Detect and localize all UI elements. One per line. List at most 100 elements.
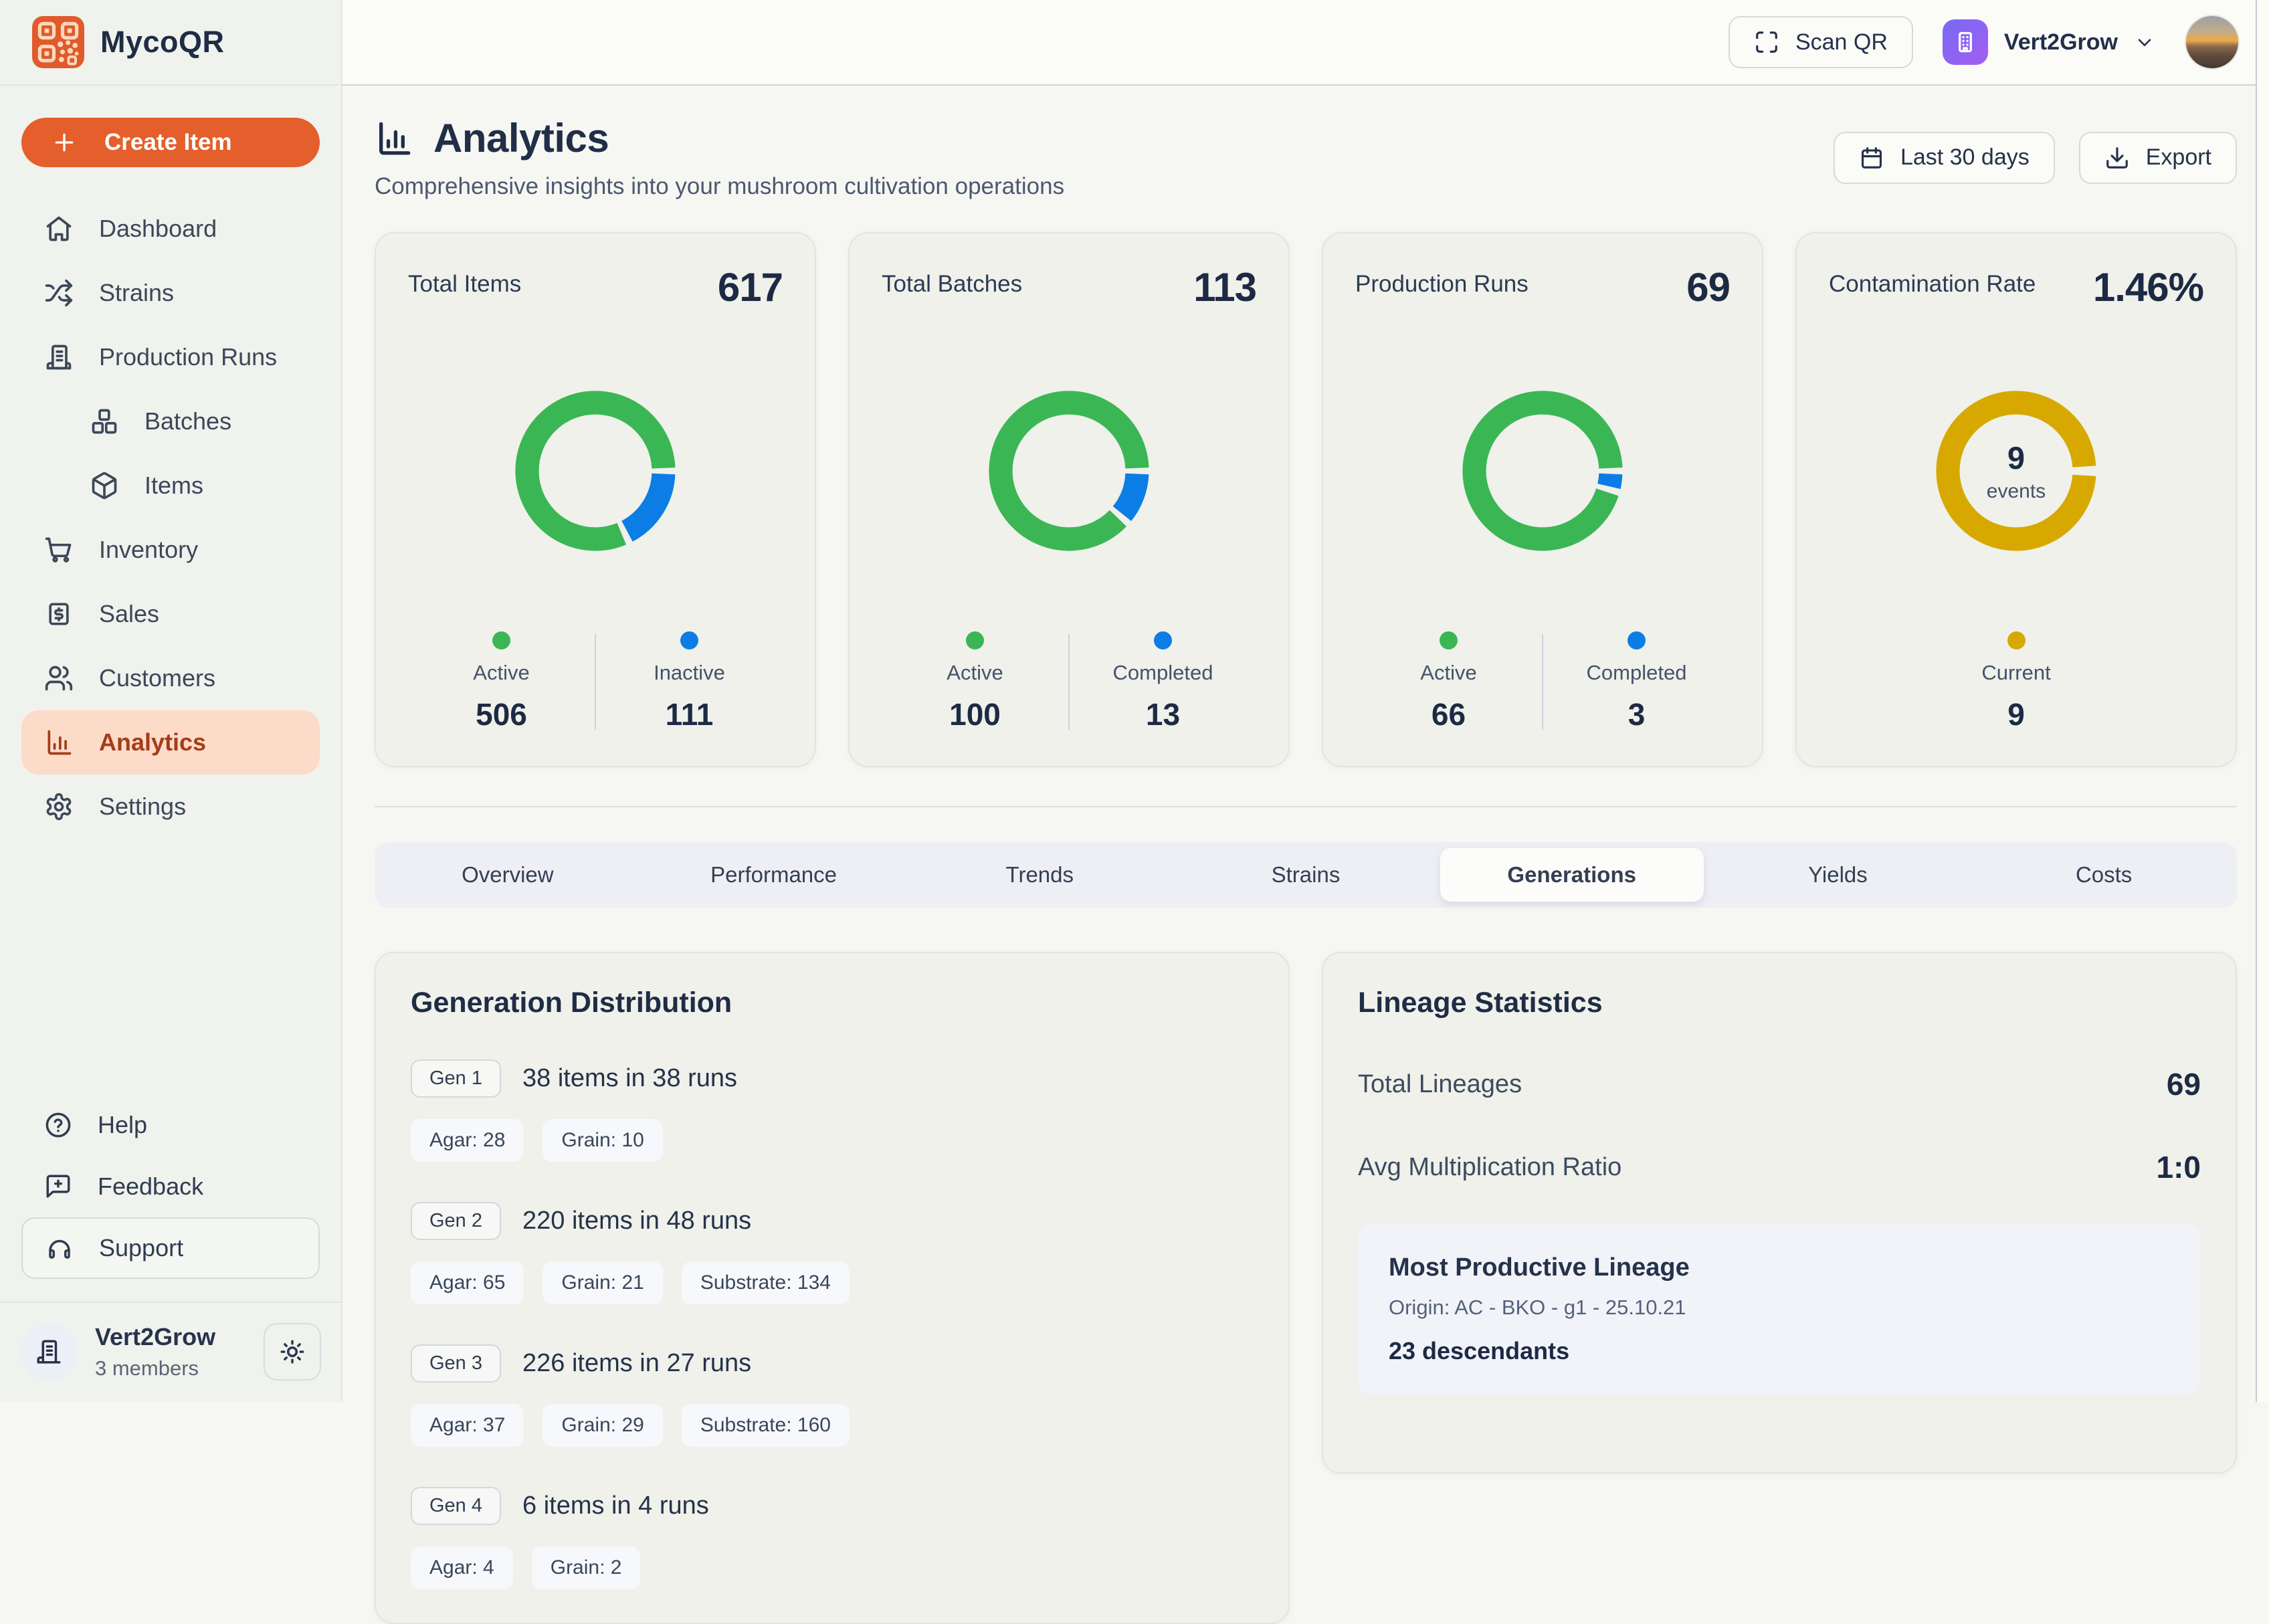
building-icon xyxy=(35,1338,63,1366)
stat-card-title: Contamination Rate xyxy=(1829,264,2036,298)
export-button[interactable]: Export xyxy=(2079,132,2237,184)
legend-value: 66 xyxy=(1432,696,1466,732)
stat-cards-row: Total Items 617 Active 506 xyxy=(375,232,2237,767)
tab-strains[interactable]: Strains xyxy=(1173,842,1439,908)
page-subtitle: Comprehensive insights into your mushroo… xyxy=(375,173,1064,200)
users-icon xyxy=(44,664,74,693)
scan-qr-label: Scan QR xyxy=(1795,29,1888,56)
gen-chip: Substrate: 160 xyxy=(682,1404,850,1447)
sidebar-item-support[interactable]: Support xyxy=(21,1217,320,1279)
sun-icon xyxy=(278,1338,306,1366)
mycoqr-logo-icon xyxy=(32,16,84,68)
sidebar-item-label: Customers xyxy=(99,664,215,692)
stat-card-total-batches: Total Batches 113 Active 100 xyxy=(848,232,1290,767)
scan-qr-button[interactable]: Scan QR xyxy=(1729,16,1913,68)
create-item-button[interactable]: Create Item xyxy=(21,118,320,167)
generation-distribution-panel: Generation Distribution Gen 1 38 items i… xyxy=(375,952,1290,1624)
legend-dot-active xyxy=(966,631,984,649)
gen-chip: Agar: 65 xyxy=(411,1261,524,1304)
donut-chart-contamination: 9 events xyxy=(1925,380,2107,562)
create-item-label: Create Item xyxy=(104,129,232,156)
org-row[interactable]: Vert2Grow 3 members xyxy=(0,1302,341,1402)
user-avatar[interactable] xyxy=(2185,15,2240,70)
donut-chart-total-items xyxy=(504,380,686,562)
legend-label: Completed xyxy=(1113,661,1213,685)
export-label: Export xyxy=(2146,144,2211,171)
sidebar-item-batches[interactable]: Batches xyxy=(21,389,320,453)
sidebar-item-inventory[interactable]: Inventory xyxy=(21,518,320,582)
legend-dot-completed xyxy=(1154,631,1172,649)
legend-value: 9 xyxy=(2007,696,2025,732)
tab-trends[interactable]: Trends xyxy=(906,842,1173,908)
org-switcher-label: Vert2Grow xyxy=(2004,29,2118,56)
org-switcher[interactable]: Vert2Grow xyxy=(1943,19,2155,65)
theme-toggle-button[interactable] xyxy=(264,1323,321,1381)
stat-card-value: 69 xyxy=(1686,264,1730,310)
help-icon xyxy=(44,1111,72,1139)
gen-chip: Agar: 4 xyxy=(411,1546,513,1589)
donut-legend: Active 100 Completed 13 xyxy=(882,631,1256,735)
section-divider xyxy=(375,806,2237,807)
lineage-stat-ratio: Avg Multiplication Ratio 1:0 xyxy=(1358,1149,2201,1185)
legend-value: 3 xyxy=(1628,696,1646,732)
home-icon xyxy=(44,214,74,243)
sidebar-item-label: Feedback xyxy=(98,1173,203,1201)
package-icon xyxy=(90,471,119,500)
sidebar-item-dashboard[interactable]: Dashboard xyxy=(21,197,320,261)
gen-chip: Agar: 28 xyxy=(411,1119,524,1162)
analytics-title-icon xyxy=(375,119,413,158)
sidebar-item-settings[interactable]: Settings xyxy=(21,775,320,839)
donut-legend: Current 9 xyxy=(1829,631,2203,735)
legend-label: Current xyxy=(1981,661,2050,685)
analytics-tabs: Overview Performance Trends Strains Gene… xyxy=(375,842,2237,908)
sidebar-item-help[interactable]: Help xyxy=(21,1094,320,1156)
highlight-origin: Origin: AC - BKO - g1 - 25.10.21 xyxy=(1389,1296,2170,1320)
tab-costs[interactable]: Costs xyxy=(1971,842,2237,908)
donut-chart-production-runs xyxy=(1452,380,1634,562)
sidebar-item-sales[interactable]: Sales xyxy=(21,582,320,646)
tab-generations[interactable]: Generations xyxy=(1440,848,1704,902)
sidebar-item-production-runs[interactable]: Production Runs xyxy=(21,325,320,389)
sidebar-item-customers[interactable]: Customers xyxy=(21,646,320,710)
generation-row-gen2: Gen 2 220 items in 48 runs Agar: 65 Grai… xyxy=(411,1202,1254,1304)
stat-card-value: 617 xyxy=(718,264,783,310)
headset-icon xyxy=(45,1234,74,1262)
date-range-label: Last 30 days xyxy=(1900,144,2030,171)
stat-card-total-items: Total Items 617 Active 506 xyxy=(375,232,816,767)
scrollbar[interactable] xyxy=(2256,0,2269,1402)
scan-icon xyxy=(1754,29,1779,55)
legend-dot-active xyxy=(492,631,510,649)
stat-label: Avg Multiplication Ratio xyxy=(1358,1153,1621,1182)
sidebar-item-items[interactable]: Items xyxy=(21,453,320,518)
sidebar-item-label: Support xyxy=(99,1234,183,1262)
tab-overview[interactable]: Overview xyxy=(375,842,641,908)
shuffle-icon xyxy=(44,278,74,308)
stat-label: Total Lineages xyxy=(1358,1070,1522,1099)
generation-row-gen3: Gen 3 226 items in 27 runs Agar: 37 Grai… xyxy=(411,1344,1254,1447)
sidebar-item-label: Batches xyxy=(144,407,231,435)
stat-card-contamination-rate: Contamination Rate 1.46% 9 events C xyxy=(1795,232,2237,767)
sidebar-header: MycoQR xyxy=(0,0,341,86)
legend-value: 13 xyxy=(1146,696,1180,732)
gen-badge: Gen 4 xyxy=(411,1487,501,1525)
sidebar-item-label: Sales xyxy=(99,600,159,628)
date-range-button[interactable]: Last 30 days xyxy=(1834,132,2055,184)
sidebar-item-label: Help xyxy=(98,1111,147,1139)
generation-row-gen4: Gen 4 6 items in 4 runs Agar: 4 Grain: 2 xyxy=(411,1487,1254,1589)
org-chip xyxy=(1943,19,1988,65)
legend-label: Active xyxy=(1420,661,1476,685)
org-name: Vert2Grow xyxy=(95,1323,215,1351)
feedback-icon xyxy=(44,1173,72,1201)
sidebar-item-label: Analytics xyxy=(99,728,206,756)
sidebar-item-feedback[interactable]: Feedback xyxy=(21,1156,320,1217)
gen-chip: Grain: 21 xyxy=(542,1261,662,1304)
highlight-title: Most Productive Lineage xyxy=(1389,1253,2170,1282)
sidebar-item-label: Settings xyxy=(99,793,186,821)
most-productive-lineage-card: Most Productive Lineage Origin: AC - BKO… xyxy=(1358,1224,2201,1395)
tab-yields[interactable]: Yields xyxy=(1705,842,1971,908)
panel-title: Lineage Statistics xyxy=(1358,987,2201,1019)
plus-icon xyxy=(51,129,78,156)
tab-performance[interactable]: Performance xyxy=(641,842,907,908)
sidebar-item-analytics[interactable]: Analytics xyxy=(21,710,320,775)
sidebar-item-strains[interactable]: Strains xyxy=(21,261,320,325)
